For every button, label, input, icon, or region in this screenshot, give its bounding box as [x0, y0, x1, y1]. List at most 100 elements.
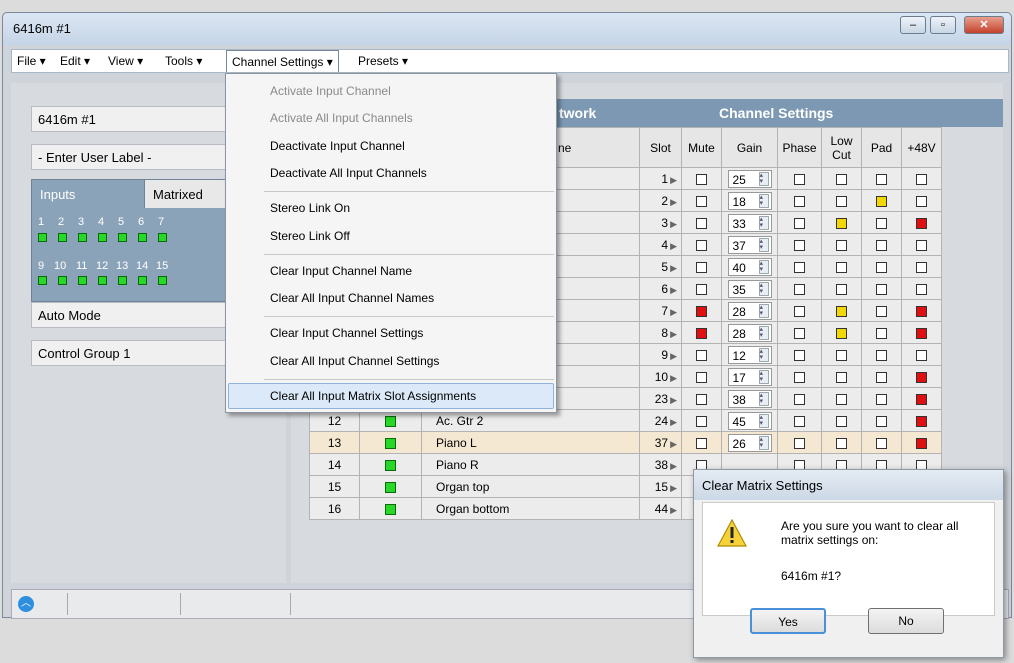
checkbox[interactable]: [916, 173, 927, 185]
channel-name[interactable]: Piano R: [421, 453, 640, 476]
checkbox[interactable]: [916, 305, 927, 317]
spinner-icon[interactable]: ▴ ▾: [758, 259, 769, 274]
channel-name[interactable]: Organ bottom: [421, 497, 640, 520]
checkbox[interactable]: [696, 283, 707, 295]
checkbox[interactable]: [876, 239, 887, 251]
checkbox[interactable]: [876, 305, 887, 317]
channel-name[interactable]: Piano L: [421, 431, 640, 454]
menu-clear-input-channel-settings[interactable]: Clear Input Channel Settings: [270, 326, 423, 340]
checkbox[interactable]: [876, 217, 887, 229]
active-led[interactable]: [385, 503, 396, 515]
gain-stepper[interactable]: 35 ▴ ▾: [727, 279, 772, 298]
menu-clear-all-input-channel-names[interactable]: Clear All Input Channel Names: [270, 291, 434, 305]
checkbox[interactable]: [696, 261, 707, 273]
channel-name[interactable]: Organ top: [421, 475, 640, 498]
checkbox[interactable]: [916, 239, 927, 251]
spinner-icon[interactable]: ▴ ▾: [758, 347, 769, 362]
spinner-icon[interactable]: ▴ ▾: [758, 369, 769, 384]
checkbox[interactable]: [876, 415, 887, 427]
menu-deactivate-input-channel[interactable]: Deactivate Input Channel: [270, 139, 405, 153]
menu-activate-input-channel[interactable]: Activate Input Channel: [270, 84, 391, 98]
menu-channel-settings[interactable]: Channel Settings ▾: [226, 50, 339, 72]
checkbox[interactable]: [794, 305, 805, 317]
active-led[interactable]: [385, 481, 396, 493]
spinner-icon[interactable]: ▴ ▾: [758, 413, 769, 428]
menu-edit[interactable]: Edit ▾: [60, 54, 90, 68]
checkbox[interactable]: [696, 195, 707, 207]
slot-cell[interactable]: 6 ▶: [639, 277, 682, 300]
checkbox[interactable]: [836, 239, 847, 251]
spinner-icon[interactable]: ▴ ▾: [758, 193, 769, 208]
checkbox[interactable]: [794, 217, 805, 229]
slot-cell[interactable]: 38 ▶: [639, 453, 682, 476]
slot-cell[interactable]: 24 ▶: [639, 409, 682, 432]
checkbox[interactable]: [794, 393, 805, 405]
checkbox[interactable]: [836, 327, 847, 339]
checkbox[interactable]: [916, 437, 927, 449]
active-led[interactable]: [385, 437, 396, 449]
spinner-icon[interactable]: ▴ ▾: [758, 391, 769, 406]
tab-inputs[interactable]: Inputs: [32, 180, 144, 208]
gain-stepper[interactable]: 25 ▴ ▾: [727, 169, 772, 188]
checkbox[interactable]: [794, 195, 805, 207]
close-button[interactable]: ✕: [964, 16, 1004, 34]
checkbox[interactable]: [794, 173, 805, 185]
gain-stepper[interactable]: 12 ▴ ▾: [727, 345, 772, 364]
spinner-icon[interactable]: ▴ ▾: [758, 281, 769, 296]
active-led[interactable]: [385, 415, 396, 427]
gain-stepper[interactable]: 17 ▴ ▾: [727, 367, 772, 386]
menu-presets[interactable]: Presets ▾: [358, 54, 408, 68]
slot-cell[interactable]: 15 ▶: [639, 475, 682, 498]
checkbox[interactable]: [696, 415, 707, 427]
slot-cell[interactable]: 10 ▶: [639, 365, 682, 388]
gain-stepper[interactable]: 18 ▴ ▾: [727, 191, 772, 210]
checkbox[interactable]: [696, 217, 707, 229]
checkbox[interactable]: [916, 393, 927, 405]
checkbox[interactable]: [916, 327, 927, 339]
checkbox[interactable]: [876, 349, 887, 361]
active-led[interactable]: [385, 459, 396, 471]
checkbox[interactable]: [696, 393, 707, 405]
checkbox[interactable]: [836, 261, 847, 273]
spinner-icon[interactable]: ▴ ▾: [758, 171, 769, 186]
checkbox[interactable]: [794, 349, 805, 361]
checkbox[interactable]: [916, 217, 927, 229]
gain-stepper[interactable]: 33 ▴ ▾: [727, 213, 772, 232]
checkbox[interactable]: [836, 393, 847, 405]
checkbox[interactable]: [916, 371, 927, 383]
checkbox[interactable]: [916, 283, 927, 295]
gain-stepper[interactable]: 28 ▴ ▾: [727, 301, 772, 320]
menu-clear-input-channel-name[interactable]: Clear Input Channel Name: [270, 264, 412, 278]
minimize-button[interactable]: ‒: [900, 16, 926, 34]
checkbox[interactable]: [916, 261, 927, 273]
checkbox[interactable]: [876, 327, 887, 339]
checkbox[interactable]: [794, 437, 805, 449]
slot-cell[interactable]: 37 ▶: [639, 431, 682, 454]
checkbox[interactable]: [696, 239, 707, 251]
checkbox[interactable]: [876, 437, 887, 449]
checkbox[interactable]: [836, 349, 847, 361]
checkbox[interactable]: [836, 173, 847, 185]
checkbox[interactable]: [836, 305, 847, 317]
checkbox[interactable]: [876, 261, 887, 273]
spinner-icon[interactable]: ▴ ▾: [758, 325, 769, 340]
checkbox[interactable]: [794, 239, 805, 251]
checkbox[interactable]: [836, 217, 847, 229]
slot-cell[interactable]: 4 ▶: [639, 233, 682, 256]
gain-stepper[interactable]: 26 ▴ ▾: [727, 433, 772, 452]
checkbox[interactable]: [836, 283, 847, 295]
yes-button[interactable]: Yes: [750, 608, 826, 634]
slot-cell[interactable]: 1 ▶: [639, 167, 682, 190]
checkbox[interactable]: [836, 195, 847, 207]
checkbox[interactable]: [696, 371, 707, 383]
checkbox[interactable]: [794, 327, 805, 339]
table-row[interactable]: 13 Piano L 37 ▶ 26 ▴ ▾: [309, 431, 942, 454]
spinner-icon[interactable]: ▴ ▾: [758, 435, 769, 450]
checkbox[interactable]: [696, 173, 707, 185]
checkbox[interactable]: [916, 349, 927, 361]
checkbox[interactable]: [836, 437, 847, 449]
gain-stepper[interactable]: 38 ▴ ▾: [727, 389, 772, 408]
maximize-button[interactable]: ▫: [930, 16, 956, 34]
checkbox[interactable]: [876, 173, 887, 185]
spinner-icon[interactable]: ▴ ▾: [758, 303, 769, 318]
